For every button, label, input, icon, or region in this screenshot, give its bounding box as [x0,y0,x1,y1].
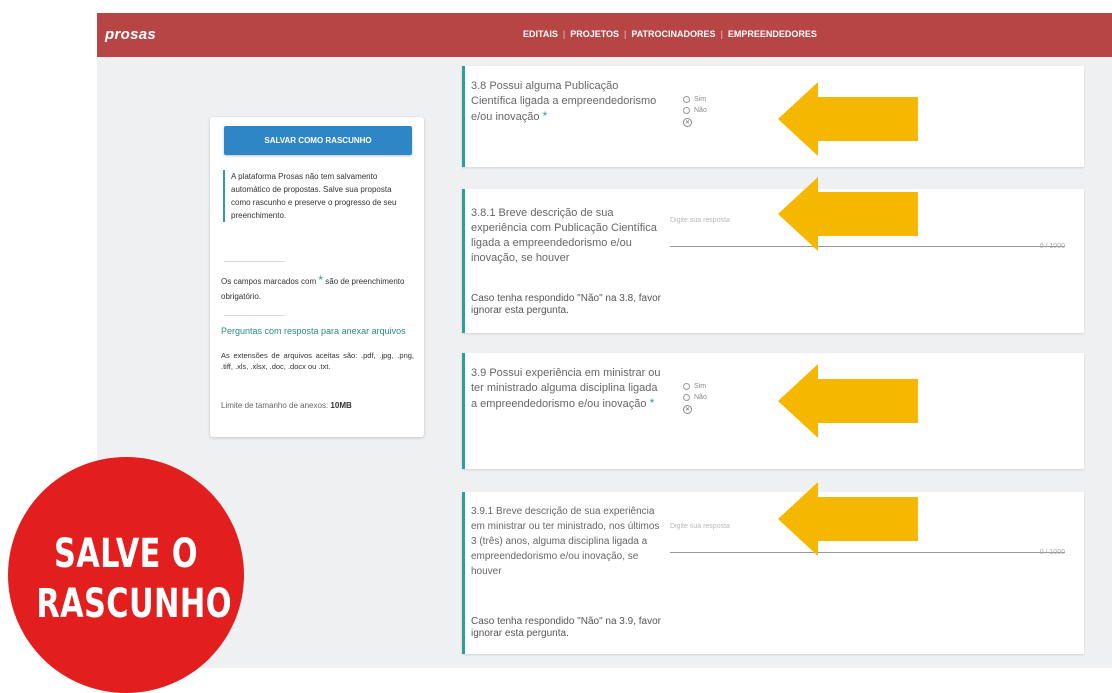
option-label: Não [694,394,707,401]
radio-sim[interactable] [683,96,690,103]
radio-nao[interactable] [683,394,690,401]
limit-label: Limite de tamanho de anexos: [221,401,329,410]
option-label: Sim [694,383,707,390]
required-star-icon: * [542,109,548,123]
question-help-text: Caso tenha respondido "Não" na 3.9, favo… [471,616,661,639]
nav-projetos[interactable]: PROJETOS [570,29,619,39]
question-text: 3.9 Possui experiência em ministrar ou t… [471,367,661,410]
radio-group-3-8: Sim Não ✕ [683,94,707,127]
sidebar-divider [224,315,285,316]
sidebar-divider [224,261,285,262]
question-card-3-9-1: 3.9.1 Breve descrição de sua experiência… [462,492,1084,654]
badge-line-1: SALVE O [54,531,198,577]
main-nav: EDITAIS | PROJETOS | PATROCINADORES | EMPREEND… [523,29,817,39]
badge-line-2: RASCUNHO [36,581,232,627]
question-label: 3.8.1 Breve descrição de sua experiência… [471,207,657,264]
question-card-3-8: 3.8 Possui alguma Publicação Científica … [462,66,1084,167]
draft-sidebar-card: SALVAR COMO RASCUNHO A plataforma Prosas… [210,117,424,437]
top-navbar: prosas EDITAIS | PROJETOS | PATROCINADORES | E… [97,13,1112,57]
autosave-notice: A plataforma Prosas não tem salvamento a… [223,170,409,222]
nav-editais[interactable]: EDITAIS [523,29,558,39]
required-star-icon: * [649,396,655,410]
nav-patrocinadores[interactable]: PATROCINADORES [631,29,715,39]
question-label: 3.9 Possui experiência em ministrar ou t… [471,366,663,412]
question-text: 3.8 Possui alguma Publicação Científica … [471,80,657,123]
pointer-arrow-icon [778,82,918,156]
radio-sim[interactable] [683,383,690,390]
option-nao[interactable]: Não [683,392,707,403]
option-sim[interactable]: Sim [683,94,707,105]
prosas-logo[interactable]: prosas [105,26,156,43]
pointer-arrow-icon [778,177,918,251]
badge-text: SALVE O RASCUNHO [36,529,232,629]
required-star-icon: * [318,273,324,287]
char-counter: 0 / 1000 [1039,243,1065,250]
question-card-3-8-1: 3.8.1 Breve descrição de sua experiência… [462,189,1084,333]
option-nao[interactable]: Não [683,105,707,116]
save-draft-badge: SALVE O RASCUNHO [8,457,244,693]
save-draft-button[interactable]: SALVAR COMO RASCUNHO [224,126,412,155]
pointer-arrow-icon [778,482,918,556]
clear-selection-icon[interactable]: ✕ [683,405,692,414]
clear-selection-icon[interactable]: ✕ [683,118,692,127]
option-label: Não [694,107,707,114]
pointer-arrow-icon [778,364,918,438]
char-counter: 0 / 1000 [1039,549,1065,556]
required-note-pre: Os campos marcados com [221,277,317,286]
option-sim[interactable]: Sim [683,381,707,392]
limit-value: 10MB [330,401,352,410]
question-label: 3.8 Possui alguma Publicação Científica … [471,79,663,125]
radio-nao[interactable] [683,107,690,114]
attachment-size-limit: Limite de tamanho de anexos: 10MB [221,401,416,410]
radio-group-3-9: Sim Não ✕ [683,381,707,414]
question-label: 3.9.1 Breve descrição de sua experiência… [471,506,660,577]
required-fields-note: Os campos marcados com * são de preenchi… [221,273,411,304]
question-card-3-9: 3.9 Possui experiência em ministrar ou t… [462,353,1084,469]
nav-empreendedores[interactable]: EMPREENDEDORES [728,29,817,39]
attach-questions-link[interactable]: Perguntas com resposta para anexar arqui… [221,325,416,337]
accepted-extensions-text: As extensões de arquivos aceitas são: .p… [221,351,414,371]
question-help-text: Caso tenha respondido "Não" na 3.8, favo… [471,293,661,316]
option-label: Sim [694,96,707,103]
